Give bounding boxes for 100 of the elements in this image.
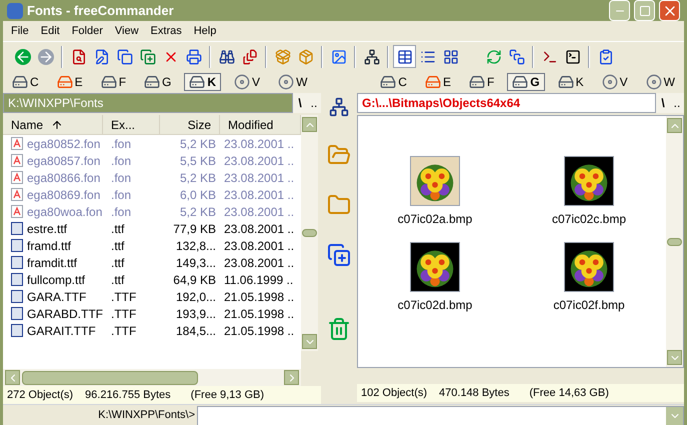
drive-button[interactable]: F (96, 73, 132, 91)
thumbnail-item[interactable]: c07ic02f.bmp (512, 242, 666, 314)
font-file-icon (11, 137, 23, 150)
file-size: 149,3... (174, 254, 217, 272)
free-space: (Free 9,13 GB) (190, 388, 264, 403)
menu-item[interactable]: Folder (72, 22, 103, 40)
scroll-thumb[interactable] (22, 370, 198, 384)
file-name: ega80869.fon (27, 186, 100, 204)
drive-button[interactable]: V (229, 73, 266, 91)
scroll-thumb[interactable] (667, 238, 682, 246)
file-date: 11.06.1999 .. (223, 272, 294, 288)
scroll-down-button[interactable] (667, 350, 682, 365)
truetype-file-icon (11, 307, 23, 320)
menu-item[interactable]: View (114, 22, 139, 40)
favorite-folder-icon[interactable] (327, 193, 351, 217)
folder-icon[interactable] (327, 143, 351, 167)
scroll-left-button[interactable] (5, 370, 20, 385)
file-date: 21.05.1998 .. (223, 322, 296, 340)
thumbnail-item[interactable]: c07ic02d.bmp (358, 242, 512, 314)
recycle-bin-icon[interactable] (327, 317, 351, 341)
thumbnail-item[interactable]: c07ic02a.bmp (358, 156, 512, 228)
sort-arrow-icon (51, 118, 64, 130)
file-row[interactable]: fullcomp.ttf .ttf 64,9 KB 11.06.1999 .. (3, 271, 301, 288)
file-date: 23.08.2001 .. (223, 238, 296, 254)
column-header[interactable]: Size (160, 115, 220, 134)
file-row[interactable]: ega80woa.fon .fon 5,2 KB 23.08.2001 .. (3, 203, 301, 220)
column-header[interactable]: Name (3, 115, 103, 134)
up-button[interactable]: .. (670, 93, 684, 113)
free-space: (Free 14,63 GB) (529, 386, 609, 401)
file-row[interactable]: framdit.ttf .ttf 149,3... 23.08.2001 .. (3, 254, 301, 271)
vertical-scrollbar[interactable] (301, 115, 318, 351)
file-extension: .ttf (110, 220, 126, 238)
pack-icon (274, 48, 290, 64)
horizontal-scrollbar[interactable] (3, 369, 301, 386)
drive-button[interactable]: E (52, 73, 88, 91)
drive-button[interactable]: E (420, 73, 456, 91)
file-row[interactable]: ega80866.fon .fon 5,2 KB 23.08.2001 .. (3, 169, 301, 186)
file-name: ega80852.fon (27, 136, 100, 152)
root-button[interactable]: \ (656, 93, 670, 113)
menu-item[interactable]: Edit (40, 22, 60, 40)
object-count: 102 Object(s) (361, 386, 428, 401)
file-row[interactable]: GARABD.TTF .TTF 193,9... 21.05.1998 .. (3, 305, 301, 322)
file-date: 23.08.2001 .. (223, 204, 296, 220)
edit-file-icon (94, 48, 110, 64)
file-size: 77,9 KB (172, 220, 217, 238)
drive-button[interactable]: W (640, 73, 680, 91)
file-row[interactable]: GARA.TTF .TTF 192,0... 21.05.1998 .. (3, 288, 301, 305)
drive-button[interactable]: G (507, 73, 545, 91)
file-row[interactable]: ega80869.fon .fon 6,0 KB 23.08.2001 .. (3, 186, 301, 203)
up-button[interactable]: .. (307, 93, 321, 113)
truetype-file-icon (11, 273, 23, 286)
close-button[interactable] (659, 0, 680, 21)
copy-to-icon[interactable] (327, 243, 351, 267)
file-row[interactable]: estre.ttf .ttf 77,9 KB 23.08.2001 .. (3, 220, 301, 237)
root-button[interactable]: \ (293, 93, 307, 113)
drive-button[interactable]: K (552, 73, 589, 91)
drive-button[interactable]: F (464, 73, 500, 91)
scroll-thumb[interactable] (302, 229, 317, 237)
drive-button[interactable]: G (139, 73, 176, 91)
file-name: GARABD.TTF (26, 306, 103, 322)
menu-item[interactable]: Help (194, 22, 216, 40)
menu-item[interactable]: File (11, 22, 29, 40)
column-label: Name (11, 116, 44, 134)
command-field[interactable] (197, 406, 684, 425)
file-size: 192,0... (174, 288, 217, 306)
scroll-up-button[interactable] (667, 118, 682, 133)
file-row[interactable]: ega80852.fon .fon 5,2 KB 23.08.2001 .. (3, 135, 301, 152)
minimize-button[interactable] (609, 0, 630, 21)
forward-icon (38, 48, 54, 64)
file-row[interactable]: framd.ttf .ttf 132,8... 23.08.2001 .. (3, 237, 301, 254)
file-extension: .fon (110, 136, 132, 152)
drive-button[interactable]: K (184, 73, 222, 91)
thumbnail-item[interactable]: c07ic02c.bmp (512, 156, 666, 228)
drive-button[interactable]: C (375, 73, 412, 91)
picture-view-icon (330, 48, 346, 64)
file-extension: .fon (110, 186, 132, 204)
path-field[interactable]: G:\...\Bitmaps\Objects64x64 (357, 93, 656, 113)
menu-item[interactable]: Extras (150, 22, 182, 40)
file-extension: .fon (110, 204, 132, 220)
file-size: 5,2 KB (178, 204, 217, 220)
console-icon (564, 48, 580, 64)
file-date: 21.05.1998 .. (223, 306, 296, 322)
scroll-up-button[interactable] (302, 117, 317, 132)
unpack-icon (298, 48, 314, 64)
file-row[interactable]: ega80857.fon .fon 5,5 KB 23.08.2001 .. (3, 152, 301, 169)
drive-button[interactable]: V (596, 73, 633, 91)
drive-button[interactable]: C (7, 73, 44, 91)
scroll-down-button[interactable] (302, 334, 317, 349)
view-mode-button[interactable] (393, 45, 416, 68)
column-header[interactable]: Ex... (103, 115, 160, 134)
maximize-button[interactable] (634, 0, 655, 21)
file-size: 5,2 KB (178, 170, 217, 186)
terminal-icon (542, 48, 558, 64)
vertical-scrollbar[interactable] (666, 116, 683, 367)
disc-drive-icon (602, 74, 618, 90)
file-size: 5,2 KB (178, 136, 217, 152)
dropdown-button[interactable] (666, 406, 683, 424)
file-row[interactable]: GARAIT.TTF .TTF 184,5... 21.05.1998 .. (3, 322, 301, 339)
scroll-right-button[interactable] (284, 370, 299, 385)
drive-button[interactable]: W (273, 73, 312, 91)
